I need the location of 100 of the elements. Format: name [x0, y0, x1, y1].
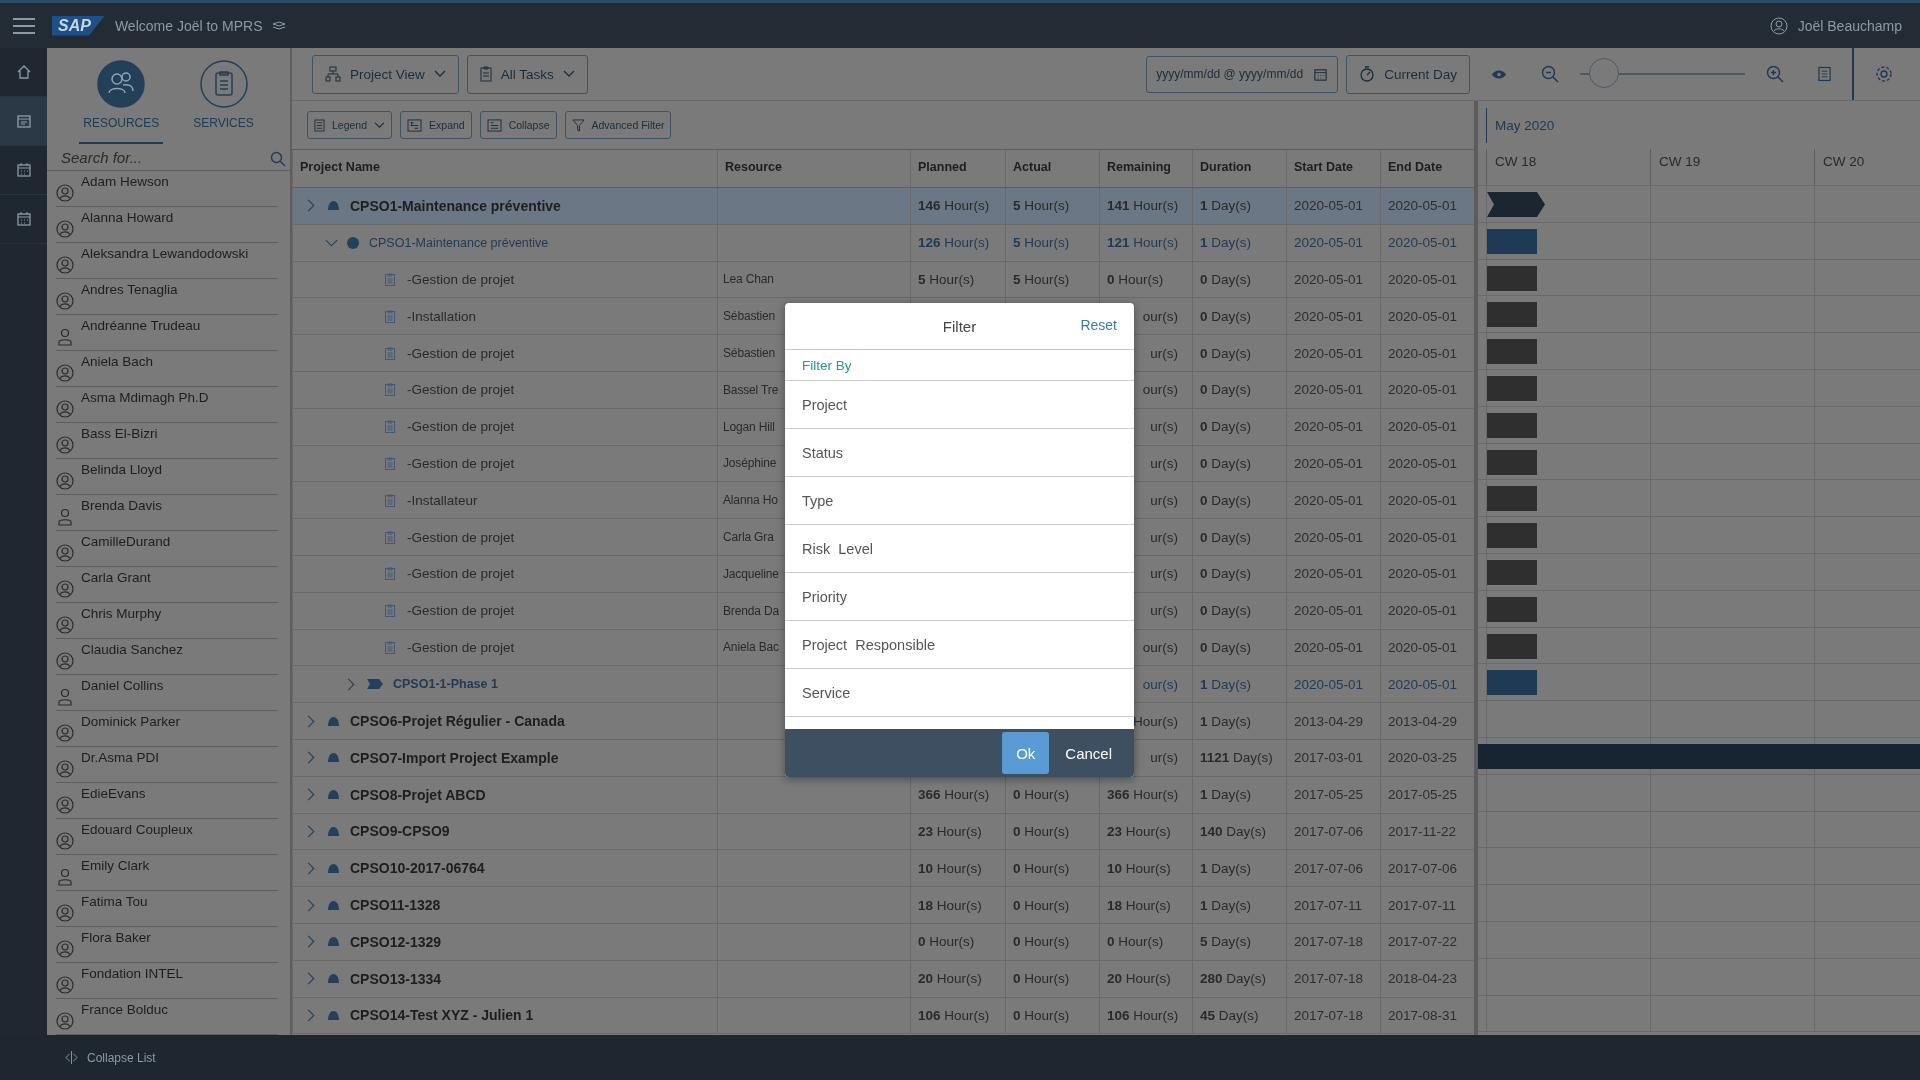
resource-item[interactable]: Emily Clark — [81, 858, 150, 873]
resource-item[interactable]: France Bolduc — [81, 1002, 169, 1017]
gantt-bar[interactable] — [1487, 192, 1545, 217]
nav-item[interactable] — [0, 97, 47, 146]
view-dropdown[interactable]: Project View — [312, 54, 459, 94]
gantt-bar[interactable] — [1487, 559, 1537, 585]
end-date: 2020-05-01 — [1388, 529, 1458, 545]
end-date: 2020-05-01 — [1388, 455, 1458, 471]
search-field[interactable]: Search for... — [47, 145, 290, 171]
resource-item[interactable]: Claudia Sanchez — [81, 642, 184, 657]
gantt-bar[interactable] — [1487, 302, 1537, 328]
gantt-bar[interactable] — [1478, 743, 1920, 769]
column-header[interactable]: Remaining — [1099, 150, 1192, 187]
cancel-button[interactable]: Cancel — [1055, 744, 1122, 762]
gantt-bar[interactable] — [1487, 596, 1537, 622]
column-header[interactable]: Project Name — [292, 150, 717, 187]
resource-item[interactable]: Andréanne Trudeau — [81, 318, 201, 333]
gantt-bar[interactable] — [1487, 339, 1537, 365]
resource-item[interactable]: Dr.Asma PDI — [81, 750, 159, 765]
column-header[interactable]: Actual — [1005, 150, 1099, 187]
filter-option[interactable]: Type — [785, 477, 1134, 525]
resource-item[interactable]: Dominick Parker — [81, 714, 181, 729]
resource-item[interactable]: Asma Mdimagh Ph.D — [81, 390, 209, 405]
filter-option[interactable]: Project — [785, 381, 1134, 429]
resource-item[interactable]: Fondation INTEL — [81, 966, 184, 981]
menu-icon[interactable] — [12, 16, 36, 35]
table-row[interactable]: CPSO10-2017-06764 10 Hour(s) 0 Hour(s) 10 Hour(s) 1 Day(s) 2017-07-06 2017-07-06 — [292, 850, 1474, 888]
user-icon[interactable] — [1769, 16, 1788, 35]
collapse-list-button[interactable]: Collapse List — [58, 1049, 162, 1066]
resource-name: Bassel Tre — [723, 382, 779, 397]
advanced-filter-button[interactable]: Advanced Filter — [564, 111, 672, 139]
resource-item[interactable]: Fatima Tou — [81, 894, 148, 909]
filter-option[interactable]: Project Responsible — [785, 621, 1134, 669]
column-header[interactable]: Resource — [717, 150, 910, 187]
table-row[interactable]: CPSO13-1334 20 Hour(s) 0 Hour(s) 20 Hour(s) 280 Day(s) 2017-07-18 2018-04-23 — [292, 960, 1474, 998]
panel-tab[interactable]: RESOURCES — [79, 56, 164, 144]
gantt-bar[interactable] — [1487, 449, 1537, 475]
resource-item[interactable]: Alanna Howard — [81, 210, 174, 225]
document-icon[interactable] — [1818, 66, 1831, 82]
user-icon — [56, 472, 74, 490]
resource-item[interactable]: Belinda Lloyd — [81, 462, 163, 477]
project-name: -Installation — [407, 308, 477, 324]
planned-hours: 20 Hour(s) — [918, 971, 982, 987]
resource-name: Brenda Da — [723, 603, 780, 618]
zoom-slider[interactable] — [1580, 58, 1745, 90]
filter-option[interactable]: Status — [785, 429, 1134, 477]
current-day-button[interactable]: Current Day — [1346, 54, 1470, 94]
resource-item[interactable]: Bass El-Bizri — [81, 426, 158, 441]
table-row[interactable]: CPSO12-1329 0 Hour(s) 0 Hour(s) 0 Hour(s) 5 Day(s) 2017-07-18 2017-07-22 — [292, 923, 1474, 961]
user-name[interactable]: Joël Beauchamp — [1797, 17, 1902, 34]
gantt-bar[interactable] — [1487, 228, 1537, 254]
remaining-hours: ur(s) — [1150, 345, 1178, 361]
column-header[interactable]: Start Date — [1286, 150, 1380, 187]
legend-dropdown[interactable]: Legend — [307, 111, 393, 139]
filter-option[interactable]: Priority — [785, 573, 1134, 621]
project-icon — [327, 752, 340, 764]
ok-button[interactable]: Ok — [1002, 732, 1050, 774]
resource-item[interactable]: Chris Murphy — [81, 606, 162, 621]
expand-button[interactable]: Expand — [400, 111, 472, 139]
calendar-icon[interactable] — [1313, 66, 1329, 82]
collapse-button[interactable]: Collapse — [479, 111, 557, 139]
start-date: 2020-05-01 — [1294, 382, 1364, 398]
resource-item[interactable]: EdieEvans — [81, 786, 146, 801]
resource-item[interactable]: Flora Baker — [81, 930, 151, 945]
resource-item[interactable]: Aleksandra Lewandodowski — [81, 246, 249, 261]
gantt-bar[interactable] — [1487, 412, 1537, 438]
gantt-bar[interactable] — [1487, 633, 1537, 659]
settings-icon[interactable] — [1875, 65, 1893, 83]
date-range-field[interactable]: yyyy/mm/dd @ yyyy/mm/dd — [1146, 55, 1339, 93]
panel-tab[interactable]: SERVICES — [189, 56, 258, 144]
gantt-bar[interactable] — [1487, 486, 1537, 512]
table-row[interactable]: CPSO9-CPSO9 23 Hour(s) 0 Hour(s) 23 Hour(s) 140 Day(s) 2017-07-06 2017-11-22 — [292, 813, 1474, 851]
table-row[interactable]: CPSO1-Maintenance préventive 146 Hour(s) 5 Hour(s) 141 Hour(s) 1 Day(s) 2020-05-01 2020-05-01 — [292, 188, 1474, 225]
slider-thumb[interactable] — [1589, 58, 1620, 88]
reset-link[interactable]: Reset — [1080, 317, 1117, 333]
zoom-out-icon[interactable] — [1541, 65, 1559, 83]
resource-item[interactable]: Adam Hewson — [81, 174, 169, 189]
gantt-bar[interactable] — [1487, 265, 1537, 291]
resource-item[interactable]: Brenda Davis — [81, 498, 163, 513]
resource-item[interactable]: Edouard Coupleux — [81, 822, 193, 837]
gantt-bar[interactable] — [1487, 670, 1537, 696]
duration: 280 Day(s) — [1200, 971, 1267, 987]
zoom-in-icon[interactable] — [1766, 65, 1784, 83]
column-header[interactable]: Planned — [910, 150, 1005, 187]
table-row[interactable]: CPSO11-1328 18 Hour(s) 0 Hour(s) 18 Hour(s) 1 Day(s) 2017-07-11 2017-07-11 — [292, 887, 1474, 924]
resource-name: Aniela Bac — [723, 640, 779, 655]
column-header[interactable]: Duration — [1192, 150, 1286, 187]
tasks-dropdown[interactable]: All Tasks — [466, 54, 588, 94]
resource-item[interactable]: Carla Grant — [81, 570, 151, 585]
resource-item[interactable]: Andres Tenaglia — [81, 282, 178, 297]
table-row[interactable]: CPSO14-Test XYZ - Julien 1 106 Hour(s) 0 Hour(s) 106 Hour(s) 45 Day(s) 2017-07-18 2017-08-31 — [292, 997, 1474, 1035]
eye-icon[interactable] — [1491, 68, 1507, 80]
filter-option[interactable]: Service — [785, 669, 1134, 717]
resource-item[interactable]: CamilleDurand — [81, 534, 171, 549]
gantt-bar[interactable] — [1487, 523, 1537, 549]
resource-item[interactable]: Aniela Bach — [81, 354, 154, 369]
resource-item[interactable]: Daniel Collins — [81, 678, 164, 693]
filter-icon — [571, 118, 585, 132]
search-icon[interactable] — [270, 150, 286, 167]
filter-option[interactable]: Risk Level — [785, 525, 1134, 573]
